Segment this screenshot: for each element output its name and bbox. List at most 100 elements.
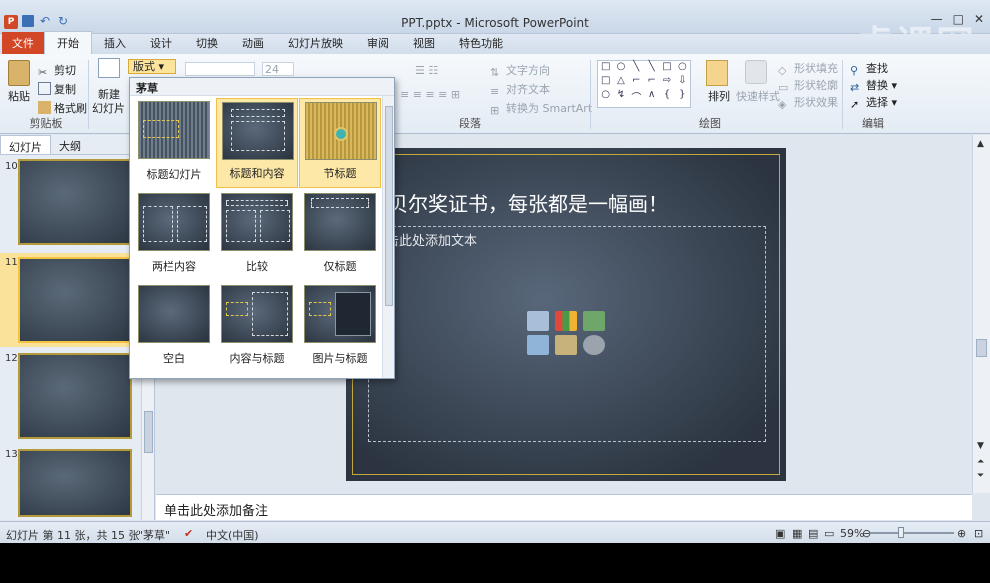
slideshow-view-icon[interactable]: ▭: [824, 527, 834, 540]
layout-preview: [305, 102, 377, 160]
layout-content-with-caption[interactable]: 内容与标题: [216, 282, 298, 372]
media-icon[interactable]: [583, 335, 605, 355]
new-slide-label-2[interactable]: 幻灯片: [92, 100, 125, 116]
language-status[interactable]: 中文(中国): [206, 527, 259, 543]
window-title: PPT.pptx - Microsoft PowerPoint: [401, 16, 589, 30]
divider: [842, 60, 843, 129]
tab-home[interactable]: 开始: [44, 31, 92, 54]
copy-button[interactable]: 复制: [38, 81, 76, 97]
bullets-icon[interactable]: ☰ ☷: [415, 64, 438, 77]
slide-preview: [18, 353, 132, 439]
fill-icon: ◇: [778, 64, 787, 77]
zoom-slider-track[interactable]: [870, 532, 954, 534]
shape-outline-button[interactable]: ▭ 形状轮廓: [778, 77, 838, 94]
notes-pane[interactable]: 单击此处添加备注: [156, 494, 972, 520]
layout-preview: [138, 101, 210, 159]
scrollbar-thumb[interactable]: [976, 339, 987, 357]
replace-button[interactable]: ⇄ 替换 ▾: [850, 77, 897, 94]
content-placeholder[interactable]: 单击此处添加文本: [368, 226, 766, 442]
editor-scrollbar[interactable]: ▲ ▼ ⏶ ⏷: [972, 135, 990, 493]
brush-icon: [38, 101, 51, 114]
layout-blank[interactable]: 空白: [133, 282, 215, 372]
scrollbar-thumb[interactable]: [144, 411, 153, 453]
slide-thumbnail[interactable]: 12: [0, 349, 140, 443]
tab-slideshow[interactable]: 幻灯片放映: [276, 32, 355, 54]
tab-special[interactable]: 特色功能: [447, 32, 515, 54]
tab-design[interactable]: 设计: [138, 32, 184, 54]
align-text-button[interactable]: ≡ 对齐文本: [490, 81, 550, 98]
slide-count-status: 幻灯片 第 11 张，共 15 张: [6, 529, 140, 542]
scrollbar-thumb[interactable]: [385, 106, 393, 306]
layout-preview: [221, 285, 293, 343]
tab-animations[interactable]: 动画: [230, 32, 276, 54]
shape-fill-button[interactable]: ◇ 形状填充: [778, 60, 838, 77]
notes-placeholder: 单击此处添加备注: [164, 504, 269, 519]
tab-outline[interactable]: 大纲: [51, 135, 89, 154]
layout-title-and-content[interactable]: 标题和内容: [216, 98, 298, 188]
reading-view-icon[interactable]: ▤: [808, 527, 818, 540]
shapes-gallery[interactable]: □ ○ ╲ ╲ □ ○ □ △ ⌐ ⌐ ⇨ ⇩ ○ ↯ ⌒ ∧{}: [597, 60, 691, 108]
slide-thumbnail-selected[interactable]: 11: [0, 253, 140, 347]
smartart-icon[interactable]: [583, 311, 605, 331]
tab-view[interactable]: 视图: [401, 32, 447, 54]
tab-file[interactable]: 文件: [2, 32, 44, 54]
zoom-level[interactable]: 59%: [840, 527, 864, 540]
tab-slides[interactable]: 幻灯片: [0, 135, 51, 154]
previous-slide-icon[interactable]: ⏶: [977, 457, 984, 467]
shape-effects-button[interactable]: ◈ 形状效果: [778, 94, 838, 111]
current-slide[interactable]: 贝尔奖证书，每张都是一幅画！ 单击此处添加文本: [346, 148, 786, 481]
clipboard-group-label: 剪贴板: [29, 117, 63, 130]
normal-view-icon[interactable]: ▣: [775, 527, 785, 540]
layout-picture-with-caption[interactable]: 图片与标题: [299, 282, 381, 372]
scroll-down-icon[interactable]: ▼: [977, 441, 984, 451]
align-text-icon: ≡: [490, 85, 500, 98]
layout-title-only[interactable]: 仅标题: [299, 190, 381, 280]
align-icons[interactable]: ≡ ≡ ≡ ≡ ⊞: [400, 88, 460, 101]
editing-group-label: 编辑: [862, 117, 884, 130]
layout-gallery-dropdown: 茅草 标题幻灯片 标题和内容 节标题 两栏内容 比较 仅标题 空白 内容与标题 …: [129, 77, 395, 379]
next-slide-icon[interactable]: ⏷: [977, 471, 984, 481]
zoom-slider-thumb[interactable]: [898, 527, 904, 538]
replace-icon: ⇄: [850, 81, 860, 94]
picture-icon[interactable]: [527, 335, 549, 355]
layout-gallery-scrollbar[interactable]: [382, 96, 394, 378]
divider: [88, 60, 89, 129]
chart-icon[interactable]: [555, 311, 577, 331]
arrange-button[interactable]: 排列: [708, 88, 730, 104]
select-button[interactable]: ➚ 选择 ▾: [850, 94, 897, 111]
layout-section-header[interactable]: 节标题: [299, 98, 381, 188]
clipart-icon[interactable]: [555, 335, 577, 355]
spellcheck-icon[interactable]: ✔: [184, 527, 193, 540]
font-name-field[interactable]: [185, 62, 255, 76]
paste-button[interactable]: 粘贴: [8, 88, 30, 104]
slide-title[interactable]: 贝尔奖证书，每张都是一幅画！: [388, 188, 668, 217]
scroll-up-icon[interactable]: ▲: [977, 139, 984, 149]
text-direction-button[interactable]: ⇅ 文字方向: [490, 62, 550, 79]
slide-preview: [18, 257, 132, 343]
quick-styles-icon[interactable]: [745, 60, 767, 84]
cut-button[interactable]: ✂ 剪切: [38, 62, 76, 79]
arrange-icon[interactable]: [706, 60, 728, 86]
slide-thumbnail[interactable]: 13: [0, 445, 140, 519]
font-size-field[interactable]: 24: [262, 62, 294, 76]
binoculars-icon: ⚲: [850, 64, 859, 77]
new-slide-icon[interactable]: [98, 58, 120, 78]
layout-preview: [304, 285, 376, 343]
zoom-in-icon[interactable]: ⊕: [957, 527, 966, 540]
layout-comparison[interactable]: 比较: [216, 190, 298, 280]
tab-review[interactable]: 审阅: [355, 32, 401, 54]
find-button[interactable]: ⚲ 查找: [850, 60, 888, 77]
layout-title-slide[interactable]: 标题幻灯片: [133, 98, 215, 188]
layout-button[interactable]: 版式 ▾: [128, 59, 176, 74]
slide-sorter-icon[interactable]: ▦: [792, 527, 802, 540]
text-direction-icon: ⇅: [490, 66, 500, 79]
paste-icon[interactable]: [8, 60, 30, 86]
fit-to-window-icon[interactable]: ⊡: [974, 527, 983, 540]
layout-two-content[interactable]: 两栏内容: [133, 190, 215, 280]
table-icon[interactable]: [527, 311, 549, 331]
tab-insert[interactable]: 插入: [92, 32, 138, 54]
tab-transitions[interactable]: 切换: [184, 32, 230, 54]
quick-styles-button[interactable]: 快速样式: [736, 88, 780, 104]
format-painter-button[interactable]: 格式刷: [38, 100, 87, 116]
slide-thumbnail[interactable]: 10: [0, 157, 140, 251]
